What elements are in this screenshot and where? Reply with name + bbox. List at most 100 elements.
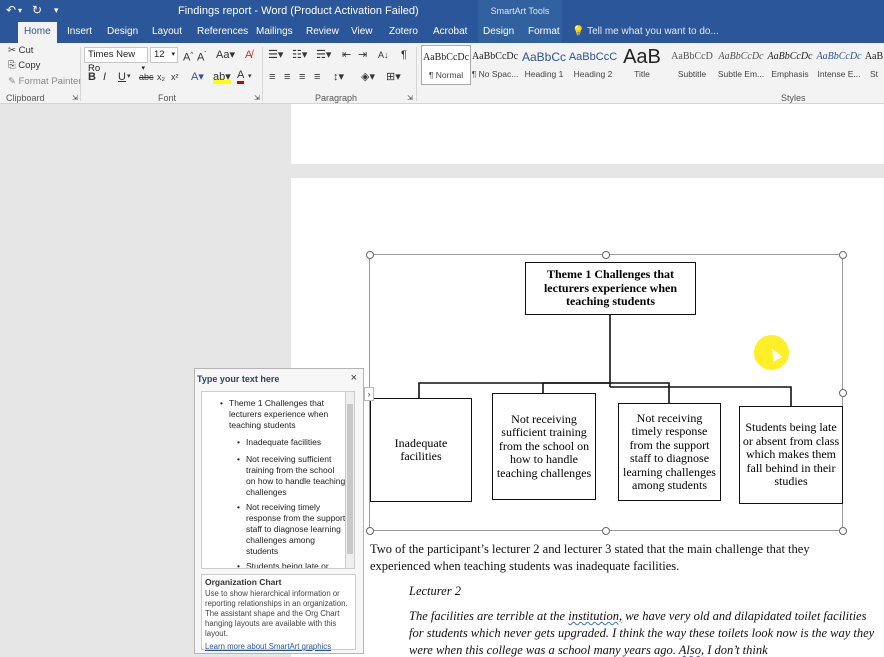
copy-button[interactable]: ⎘ Copy xyxy=(8,60,40,71)
resize-handle[interactable] xyxy=(602,527,610,535)
justify-icon[interactable]: ≡ xyxy=(314,70,320,84)
grammar-flag-word[interactable]: institution, xyxy=(568,609,622,623)
style-strong[interactable]: AaB St xyxy=(864,45,884,85)
document-area[interactable]: Theme 1 Challenges that lecturers experi… xyxy=(0,104,884,657)
scroll-thumb[interactable] xyxy=(347,404,353,554)
style-emphasis[interactable]: AaBbCcDc Emphasis xyxy=(765,45,815,85)
text-pane-scrollbar[interactable] xyxy=(345,391,355,569)
chevron-down-icon[interactable]: ▾ xyxy=(127,70,131,84)
resize-handle[interactable] xyxy=(366,251,374,259)
cut-button[interactable]: ✂ Cut xyxy=(8,45,33,56)
style-name: ¶ Normal xyxy=(428,70,464,80)
font-color-icon[interactable]: A xyxy=(237,70,245,84)
body-paragraph[interactable]: Two of the participant’s lecturer 2 and … xyxy=(370,541,860,575)
increase-indent-icon[interactable]: ⇥ xyxy=(358,48,367,62)
tab-references[interactable]: References xyxy=(191,22,254,43)
align-center-icon[interactable]: ≡ xyxy=(284,70,290,84)
list-item[interactable]: Inadequate facilities xyxy=(237,437,344,448)
multilevel-list-icon[interactable]: ☴▾ xyxy=(316,48,331,62)
tab-design[interactable]: Design xyxy=(101,22,144,43)
align-right-icon[interactable]: ≡ xyxy=(299,70,305,84)
org-chart-child-node[interactable]: Not receiving sufficient training from t… xyxy=(492,393,596,500)
style-subtle-emphasis[interactable]: AaBbCcDc Subtle Em... xyxy=(716,45,766,85)
sort-icon[interactable]: A↓ xyxy=(378,48,389,62)
org-chart-child-node[interactable]: Students being late or absent from class… xyxy=(739,406,843,504)
customize-quick-access-icon[interactable]: ▾ xyxy=(54,5,59,16)
org-chart-child-node[interactable]: Not receiving timely response from the s… xyxy=(618,403,721,501)
list-item[interactable]: Theme 1 Challenges that lecturers experi… xyxy=(220,398,329,431)
shading-icon[interactable]: ◈▾ xyxy=(361,70,375,84)
style-intense-emphasis[interactable]: AaBbCcDc Intense E... xyxy=(814,45,864,85)
tab-zotero[interactable]: Zotero xyxy=(383,22,424,43)
clear-formatting-icon[interactable]: A̸ xyxy=(245,48,252,62)
resize-handle[interactable] xyxy=(839,389,847,397)
change-case-icon[interactable]: Aa▾ xyxy=(216,48,235,62)
close-icon[interactable]: × xyxy=(351,372,357,384)
learn-more-link[interactable]: Learn more about SmartArt graphics xyxy=(205,642,352,651)
text-pane-toggle-icon[interactable]: › xyxy=(364,387,374,401)
italic-icon[interactable]: I xyxy=(103,70,106,84)
list-item[interactable]: Not receiving sufficient training from t… xyxy=(237,454,346,498)
quote-paragraph[interactable]: The facilities are terrible at the insti… xyxy=(409,608,881,657)
bold-icon[interactable]: B xyxy=(88,70,96,84)
copy-icon: ⎘ xyxy=(8,60,16,71)
org-chart-child-node[interactable]: Inadequate facilities xyxy=(370,398,472,502)
superscript-icon[interactable]: x² xyxy=(171,70,179,84)
decrease-indent-icon[interactable]: ⇤ xyxy=(342,48,351,62)
text-pane-list[interactable]: Theme 1 Challenges that lecturers experi… xyxy=(201,391,351,569)
resize-handle[interactable] xyxy=(602,251,610,259)
tab-view[interactable]: View xyxy=(345,22,379,43)
undo-icon[interactable]: ↶ xyxy=(6,3,16,17)
quote-label[interactable]: Lecturer 2 xyxy=(409,583,461,600)
resize-handle[interactable] xyxy=(366,527,374,535)
format-painter-button[interactable]: ✎ Format Painter xyxy=(8,76,81,87)
chevron-down-icon[interactable]: ▾ xyxy=(248,70,252,84)
bullets-icon[interactable]: ☰▾ xyxy=(268,48,283,62)
grammar-flag-word[interactable]: Also, xyxy=(679,643,704,657)
cut-label: Cut xyxy=(18,45,34,56)
style-subtitle[interactable]: AaBbCcD Subtitle xyxy=(667,45,717,85)
style-normal[interactable]: AaBbCcDc ¶ Normal xyxy=(421,45,471,85)
resize-handle[interactable] xyxy=(839,251,847,259)
tell-me-box[interactable]: 💡 Tell me what you want to do... xyxy=(572,22,719,43)
tab-acrobat[interactable]: Acrobat xyxy=(427,22,473,43)
resize-handle[interactable] xyxy=(839,527,847,535)
style-title[interactable]: AaB Title xyxy=(617,45,667,85)
smartart-text-pane[interactable]: Type your text here × Theme 1 Challenges… xyxy=(194,368,364,654)
shrink-font-icon[interactable]: Aˇ xyxy=(197,48,206,65)
tab-layout[interactable]: Layout xyxy=(146,22,188,43)
list-item[interactable]: Students being late or xyxy=(237,561,346,568)
style-no-spacing[interactable]: AaBbCcDc ¶ No Spac... xyxy=(470,45,520,85)
undo-dropdown-icon[interactable]: ▾ xyxy=(18,6,22,15)
style-heading-1[interactable]: AaBbCc Heading 1 xyxy=(519,45,569,85)
style-name: St xyxy=(869,69,879,79)
style-heading-2[interactable]: AaBbCcC Heading 2 xyxy=(568,45,618,85)
tab-home[interactable]: Home xyxy=(18,22,57,43)
tab-mailings[interactable]: Mailings xyxy=(250,22,299,43)
redo-icon[interactable]: ↻ xyxy=(32,3,42,17)
grow-font-icon[interactable]: A^ xyxy=(183,48,193,65)
align-left-icon[interactable]: ≡ xyxy=(269,70,275,84)
tab-review[interactable]: Review xyxy=(300,22,345,43)
smartart-tools-label: SmartArt Tools xyxy=(478,0,562,22)
underline-icon[interactable]: U xyxy=(118,70,126,84)
org-chart-root-node[interactable]: Theme 1 Challenges that lecturers experi… xyxy=(525,262,696,315)
list-item[interactable]: Not receiving timely response from the s… xyxy=(237,502,346,557)
borders-icon[interactable]: ⊞▾ xyxy=(386,70,401,84)
tab-smartart-format[interactable]: Format xyxy=(522,22,566,43)
font-size-box[interactable]: 12 ▾ xyxy=(150,47,178,63)
paragraph-group-label: Paragraph xyxy=(315,93,358,103)
subscript-icon[interactable]: x₂ xyxy=(157,70,165,84)
show-marks-icon[interactable]: ¶ xyxy=(401,48,407,62)
highlight-icon[interactable]: ab▾ xyxy=(213,70,231,84)
style-sample: AaBbCcDc xyxy=(471,51,519,62)
numbering-icon[interactable]: ☷▾ xyxy=(292,48,307,62)
font-name-box[interactable]: Times New Ro ▾ xyxy=(84,47,148,74)
tab-insert[interactable]: Insert xyxy=(61,22,98,43)
style-sample: AaB xyxy=(864,51,884,62)
text-effects-icon[interactable]: A▾ xyxy=(191,70,204,84)
tab-smartart-design[interactable]: Design xyxy=(477,22,520,43)
chevron-down-icon[interactable]: ▾ xyxy=(171,48,175,62)
line-spacing-icon[interactable]: ↕▾ xyxy=(333,70,344,84)
strikethrough-icon[interactable]: abc xyxy=(139,70,154,84)
